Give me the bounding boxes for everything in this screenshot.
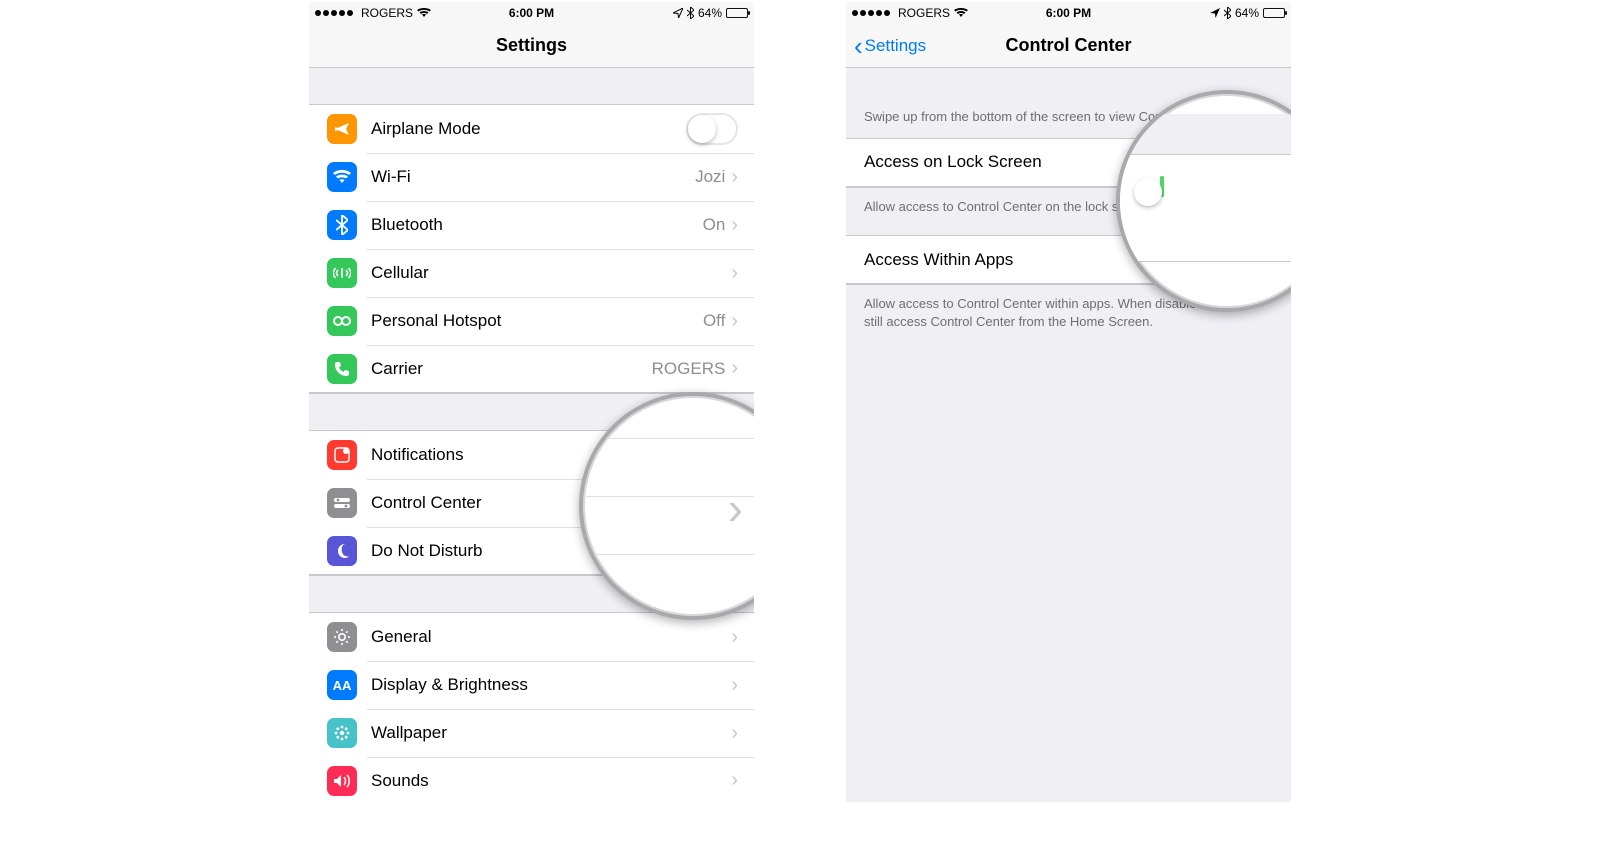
battery-pct: 64% bbox=[698, 6, 722, 20]
bluetooth-icon bbox=[327, 210, 357, 240]
signal-strength-icon bbox=[852, 10, 890, 16]
row-label: Bluetooth bbox=[371, 215, 703, 235]
wifi-icon bbox=[417, 8, 431, 18]
row-detail: On bbox=[703, 215, 726, 235]
chevron-right-icon: › bbox=[731, 769, 738, 792]
chevron-right-icon: › bbox=[731, 166, 738, 189]
sounds-icon bbox=[327, 766, 357, 796]
page-title: Settings bbox=[496, 35, 567, 56]
location-icon bbox=[673, 8, 683, 18]
row-bluetooth[interactable]: Bluetooth On › bbox=[309, 201, 754, 249]
row-label: General bbox=[371, 627, 731, 647]
row-label: Cellular bbox=[371, 263, 731, 283]
row-label: Display & Brightness bbox=[371, 675, 731, 695]
row-display-brightness[interactable]: AA Display & Brightness › bbox=[309, 661, 754, 709]
magnifier-callout: › bbox=[579, 392, 754, 620]
magnifier-callout bbox=[1116, 90, 1291, 312]
row-sounds[interactable]: Sounds › bbox=[309, 757, 754, 802]
carrier-name: ROGERS bbox=[898, 6, 950, 20]
battery-pct: 64% bbox=[1235, 6, 1259, 20]
battery-icon bbox=[726, 8, 748, 18]
row-personal-hotspot[interactable]: Personal Hotspot Off › bbox=[309, 297, 754, 345]
phone-settings: ROGERS 6:00 PM 64% Settings Airplane Mod bbox=[309, 2, 754, 802]
status-bar: ROGERS 6:00 PM 64% bbox=[846, 2, 1291, 24]
status-time: 6:00 PM bbox=[509, 6, 554, 20]
display-icon: AA bbox=[327, 670, 357, 700]
chevron-right-icon: › bbox=[731, 722, 738, 745]
carrier-name: ROGERS bbox=[361, 6, 413, 20]
location-icon bbox=[1210, 8, 1220, 18]
settings-group-personalize: General › AA Display & Brightness › Wall… bbox=[309, 612, 754, 802]
status-time: 6:00 PM bbox=[1046, 6, 1091, 20]
row-label: Wallpaper bbox=[371, 723, 731, 743]
wallpaper-icon bbox=[327, 718, 357, 748]
chevron-right-icon: › bbox=[731, 626, 738, 649]
row-detail: Off bbox=[703, 311, 725, 331]
chevron-right-icon: › bbox=[731, 674, 738, 697]
chevron-right-icon: › bbox=[731, 214, 738, 237]
row-label: Wi-Fi bbox=[371, 167, 695, 187]
chevron-right-icon: › bbox=[728, 481, 743, 535]
row-carrier[interactable]: Carrier ROGERS › bbox=[309, 345, 754, 393]
battery-icon bbox=[1263, 8, 1285, 18]
settings-group-connectivity: Airplane Mode Wi-Fi Jozi › Bluetooth On … bbox=[309, 104, 754, 394]
row-label: Airplane Mode bbox=[371, 119, 686, 139]
row-wifi[interactable]: Wi-Fi Jozi › bbox=[309, 153, 754, 201]
row-label: Personal Hotspot bbox=[371, 311, 703, 331]
row-airplane-mode[interactable]: Airplane Mode bbox=[309, 105, 754, 153]
phone-control-center: ROGERS 6:00 PM 64% ‹ Settings Control Ce… bbox=[846, 2, 1291, 802]
row-label: Carrier bbox=[371, 359, 652, 379]
airplane-toggle[interactable] bbox=[686, 113, 738, 145]
moon-icon bbox=[327, 536, 357, 566]
row-detail: ROGERS bbox=[652, 359, 726, 379]
gear-icon bbox=[327, 622, 357, 652]
back-button[interactable]: ‹ Settings bbox=[854, 36, 926, 56]
zoom-toggle bbox=[1160, 176, 1164, 197]
nav-bar: ‹ Settings Control Center bbox=[846, 24, 1291, 68]
row-label: Sounds bbox=[371, 771, 731, 791]
signal-strength-icon bbox=[315, 10, 353, 16]
row-detail: Jozi bbox=[695, 167, 725, 187]
bluetooth-icon bbox=[687, 7, 694, 19]
chevron-right-icon: › bbox=[731, 310, 738, 333]
bluetooth-icon bbox=[1224, 7, 1231, 19]
status-bar: ROGERS 6:00 PM 64% bbox=[309, 2, 754, 24]
back-label: Settings bbox=[865, 36, 926, 56]
wifi-icon bbox=[954, 8, 968, 18]
chevron-right-icon: › bbox=[731, 262, 738, 285]
row-general[interactable]: General › bbox=[309, 613, 754, 661]
control-center-icon bbox=[327, 488, 357, 518]
notifications-icon bbox=[327, 440, 357, 470]
page-title: Control Center bbox=[1006, 35, 1132, 56]
row-cellular[interactable]: Cellular › bbox=[309, 249, 754, 297]
cellular-icon bbox=[327, 258, 357, 288]
row-wallpaper[interactable]: Wallpaper › bbox=[309, 709, 754, 757]
chevron-left-icon: ‹ bbox=[854, 36, 863, 56]
airplane-icon bbox=[327, 114, 357, 144]
wifi-icon bbox=[327, 162, 357, 192]
chevron-right-icon: › bbox=[731, 357, 738, 380]
nav-bar: Settings bbox=[309, 24, 754, 68]
hotspot-icon bbox=[327, 306, 357, 336]
phone-icon bbox=[327, 354, 357, 384]
